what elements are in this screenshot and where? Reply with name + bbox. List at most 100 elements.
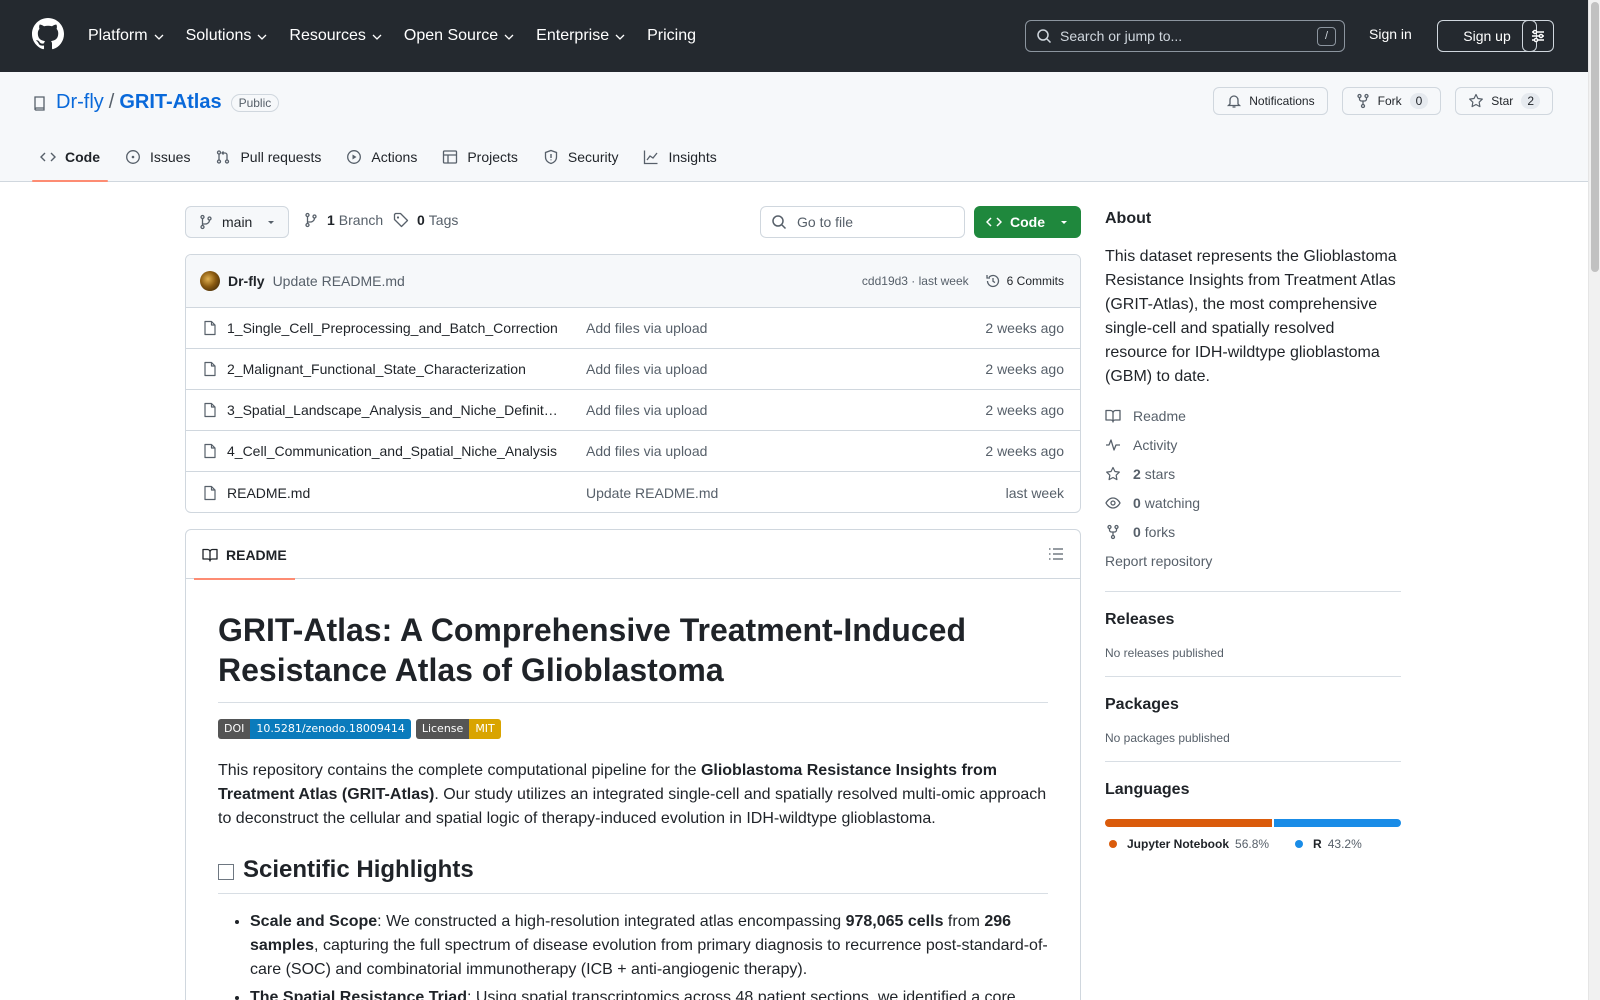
commit-author-link[interactable]: Dr-fly	[228, 273, 265, 289]
star-button[interactable]: Star 2	[1455, 87, 1553, 115]
file-commit-message[interactable]: Add files via upload	[586, 443, 985, 459]
tab-insights[interactable]: Insights	[635, 132, 724, 182]
menu-button[interactable]	[1522, 20, 1554, 52]
search-icon	[772, 215, 787, 230]
about-links: Readme Activity 2 stars 0 watching 0 forks …	[1105, 401, 1401, 575]
readme-tab[interactable]: README	[194, 530, 295, 580]
code-dropdown-button[interactable]: Code	[974, 206, 1081, 238]
branch-icon	[305, 212, 317, 228]
about-description: This dataset represents the Glioblastoma…	[1105, 248, 1397, 385]
repo-name-link[interactable]: GRIT-Atlas	[119, 91, 221, 114]
latest-commit-bar: Dr-fly Update README.md cdd19d3 · last w…	[186, 255, 1080, 308]
list-item: Scale and Scope: We constructed a high-r…	[250, 910, 1048, 982]
nav-pricing[interactable]: Pricing	[647, 27, 696, 45]
file-row: README.md Update README.md last week	[186, 472, 1080, 512]
activity-link[interactable]: Activity	[1105, 430, 1401, 459]
language-item[interactable]: Jupyter Notebook 56.8%	[1105, 837, 1269, 851]
file-row: 3_Spatial_Landscape_Analysis_and_Niche_D…	[186, 390, 1080, 431]
search-placeholder: Search or jump to...	[1060, 28, 1183, 44]
sign-in-link[interactable]: Sign in	[1369, 26, 1412, 42]
global-search-input[interactable]: Search or jump to... /	[1025, 20, 1345, 52]
file-commit-message[interactable]: Add files via upload	[586, 320, 985, 336]
chevron-down-icon	[615, 34, 625, 40]
commit-hash-time[interactable]: cdd19d3 · last week	[862, 274, 969, 288]
eye-icon	[1105, 496, 1121, 509]
file-commit-message[interactable]: Add files via upload	[586, 402, 985, 418]
forks-link[interactable]: 0 forks	[1105, 517, 1401, 546]
scrollbar[interactable]	[1588, 0, 1600, 1000]
file-commit-message[interactable]: Update README.md	[586, 485, 1006, 501]
repo-tabs: Code Issues Pull requests Actions Projec…	[32, 132, 734, 182]
nav-open-source[interactable]: Open Source	[404, 27, 515, 45]
commit-message-link[interactable]: Update README.md	[273, 273, 862, 289]
file-commit-message[interactable]: Add files via upload	[586, 361, 985, 377]
fork-icon	[1356, 93, 1369, 109]
badges: DOI 10.5281/zenodo.18009414 License MIT	[218, 719, 1048, 739]
file-name-link[interactable]: 1_Single_Cell_Preprocessing_and_Batch_Co…	[227, 320, 559, 336]
github-logo-icon[interactable]	[32, 18, 64, 50]
table-icon	[443, 150, 458, 164]
fork-icon	[1107, 524, 1119, 539]
repo-separator: /	[108, 91, 115, 113]
file-icon	[204, 361, 216, 377]
language-item[interactable]: R 43.2%	[1291, 837, 1362, 851]
file-icon	[204, 402, 216, 418]
tab-code[interactable]: Code	[32, 132, 108, 182]
search-icon	[1037, 29, 1052, 44]
license-badge[interactable]: License MIT	[415, 719, 501, 739]
tab-actions[interactable]: Actions	[338, 132, 425, 182]
global-header: Platform Solutions Resources Open Source…	[0, 0, 1600, 72]
tab-security[interactable]: Security	[535, 132, 627, 182]
file-commit-date: last week	[1005, 484, 1064, 501]
file-icon	[204, 485, 216, 500]
tags-link[interactable]: 0 Tags	[393, 212, 458, 228]
languages-heading: Languages	[1105, 781, 1190, 798]
commits-link[interactable]: 6 Commits	[985, 273, 1064, 289]
language-bar	[1105, 819, 1401, 827]
language-bar-segment	[1105, 819, 1272, 827]
tag-icon	[393, 212, 409, 228]
packages-heading[interactable]: Packages	[1105, 696, 1401, 714]
book-icon	[202, 548, 218, 562]
notifications-button[interactable]: Notifications	[1213, 87, 1328, 115]
file-name-link[interactable]: 4_Cell_Communication_and_Spatial_Niche_A…	[227, 443, 559, 459]
nav-solutions[interactable]: Solutions	[186, 27, 269, 45]
language-bar-segment	[1274, 819, 1401, 827]
go-to-file-input[interactable]: Go to file	[760, 206, 965, 238]
stars-link[interactable]: 2 stars	[1105, 459, 1401, 488]
nav-resources[interactable]: Resources	[289, 27, 382, 45]
doi-badge[interactable]: DOI 10.5281/zenodo.18009414	[218, 719, 411, 739]
bell-icon	[1227, 95, 1242, 108]
releases-section: Releases No releases published	[1105, 591, 1401, 660]
section-heading: Scientific Highlights	[218, 855, 1048, 894]
tab-pull-requests[interactable]: Pull requests	[207, 132, 329, 182]
chevron-down-icon	[504, 34, 514, 40]
file-browser: Dr-fly Update README.md cdd19d3 · last w…	[185, 254, 1081, 513]
file-name-link[interactable]: 3_Spatial_Landscape_Analysis_and_Niche_D…	[227, 402, 559, 418]
repo-sidebar: About This dataset represents the Gliobl…	[1105, 210, 1401, 851]
list-item: The Spatial Resistance Triad: Using spat…	[250, 986, 1048, 1000]
file-name-link[interactable]: README.md	[227, 485, 559, 501]
watching-link[interactable]: 0 watching	[1105, 488, 1401, 517]
tab-issues[interactable]: Issues	[117, 132, 198, 182]
language-color-dot	[1109, 840, 1117, 848]
file-name-link[interactable]: 2_Malignant_Functional_State_Characteriz…	[227, 361, 559, 377]
list-icon[interactable]	[1048, 546, 1064, 562]
readme-link[interactable]: Readme	[1105, 401, 1401, 430]
branch-selector-button[interactable]: main	[185, 206, 289, 238]
fork-button[interactable]: Fork 0	[1341, 87, 1442, 115]
repo-header: Dr-fly / GRIT-Atlas Public Notifications…	[0, 72, 1588, 182]
branches-link[interactable]: 1 Branch	[303, 212, 383, 228]
scrollbar-thumb[interactable]	[1591, 2, 1599, 272]
report-repository-link[interactable]: Report repository	[1105, 546, 1401, 575]
repo-owner-link[interactable]: Dr-fly	[56, 91, 104, 114]
nav-enterprise[interactable]: Enterprise	[536, 27, 626, 45]
nav-platform[interactable]: Platform	[88, 27, 165, 45]
fork-counter: 0	[1409, 93, 1429, 109]
tab-projects[interactable]: Projects	[434, 132, 526, 182]
avatar[interactable]	[200, 271, 220, 291]
book-icon	[1105, 409, 1121, 423]
code-icon	[986, 217, 1002, 227]
releases-empty: No releases published	[1105, 646, 1224, 660]
releases-heading[interactable]: Releases	[1105, 611, 1401, 629]
